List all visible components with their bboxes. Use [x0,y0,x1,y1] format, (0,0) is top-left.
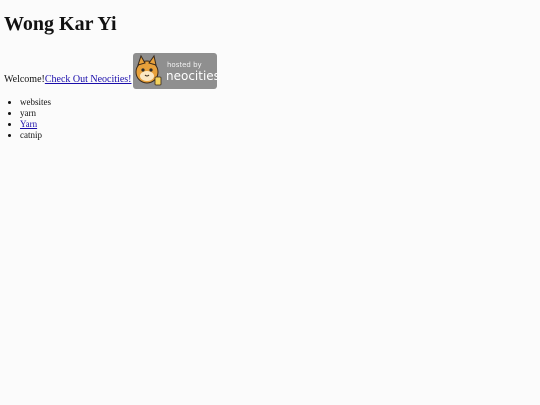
list-item: yarn [20,108,536,119]
list-item: catnip [20,130,536,141]
page-title: Wong Kar Yi [4,13,117,35]
list-item-text: websites [20,97,51,107]
badge-line1: hosted by [167,61,202,69]
list-item-text: catnip [20,130,42,140]
welcome-line: Welcome! Check Out Neocities! hosted by … [4,50,536,89]
list-item: websites [20,97,536,108]
page: Wong Kar Yi Welcome! Check Out Neocities… [0,0,540,405]
yarn-link[interactable]: Yarn [20,119,37,129]
hosted-by-neocities-badge[interactable]: hosted by neocities [133,53,218,89]
badge-line2: neocities [166,69,217,83]
topic-list: websites yarn Yarn catnip [4,97,536,141]
welcome-text: Welcome! [4,74,45,85]
neocities-link[interactable]: Check Out Neocities! [45,74,132,86]
list-item-text: yarn [20,108,36,118]
list-item: Yarn [20,119,536,130]
